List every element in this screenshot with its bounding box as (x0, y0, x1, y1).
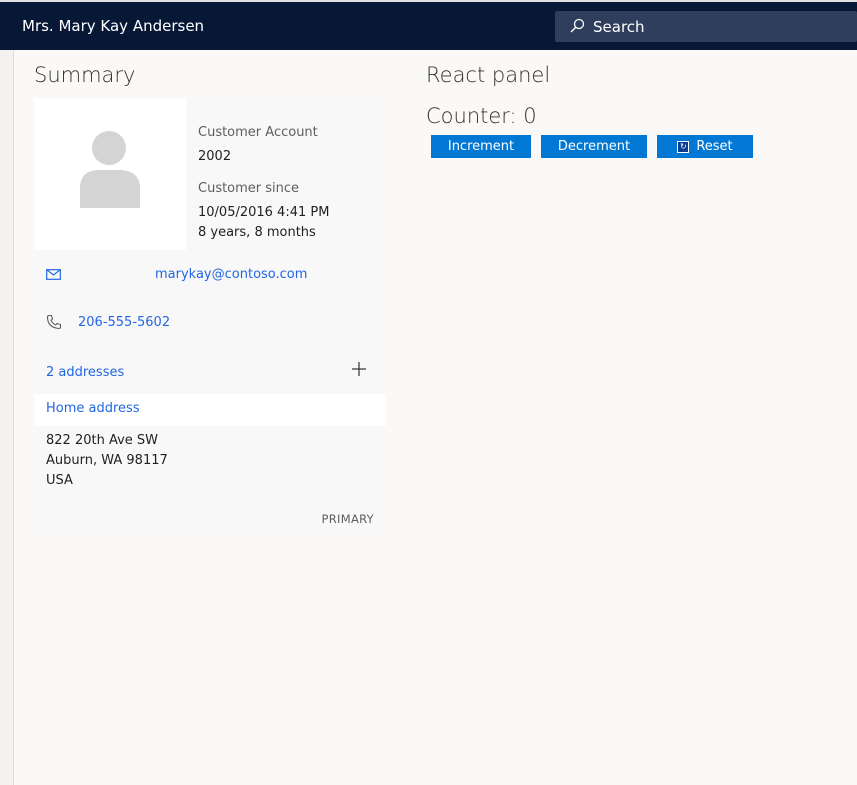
summary-title: Summary (34, 63, 136, 87)
left-rail (0, 50, 14, 785)
phone-icon (46, 314, 62, 330)
top-bar: Mrs. Mary Kay Andersen Search (0, 0, 857, 50)
home-address-row[interactable]: Home address (34, 394, 386, 426)
plus-icon[interactable] (350, 360, 368, 378)
search-icon (570, 18, 585, 33)
react-panel-title: React panel (426, 63, 551, 87)
address-line-2: Auburn, WA 98117 (46, 453, 168, 468)
customer-since-duration: 8 years, 8 months (198, 225, 316, 240)
customer-since-label: Customer since (198, 181, 300, 196)
increment-label: Increment (447, 139, 515, 154)
customer-name-title: Mrs. Mary Kay Andersen (22, 17, 205, 35)
email-link[interactable]: marykay@contoso.com (155, 267, 307, 282)
home-address-label[interactable]: Home address (46, 401, 140, 416)
summary-card: Customer Account 2002 Customer since 10/… (34, 98, 386, 534)
address-line-3: USA (46, 473, 73, 488)
counter-display: Counter: 0 (426, 104, 537, 128)
mail-icon (46, 269, 61, 280)
reset-label: Reset (696, 139, 733, 154)
addresses-link[interactable]: 2 addresses (46, 365, 124, 380)
customer-since-date: 10/05/2016 4:41 PM (198, 205, 330, 220)
refresh-icon: ↻ (677, 140, 690, 153)
search-box[interactable]: Search (555, 11, 857, 42)
reset-button[interactable]: ↻ Reset (657, 135, 753, 158)
avatar (34, 98, 186, 250)
customer-account-label: Customer Account (198, 125, 318, 140)
phone-link[interactable]: 206-555-5602 (78, 315, 170, 330)
increment-button[interactable]: Increment (431, 135, 531, 158)
customer-account-value: 2002 (198, 149, 232, 164)
person-avatar-icon (80, 131, 140, 208)
decrement-button[interactable]: Decrement (541, 135, 647, 158)
decrement-label: Decrement (557, 139, 631, 154)
primary-badge: PRIMARY (321, 512, 374, 526)
search-placeholder: Search (593, 18, 645, 36)
address-line-1: 822 20th Ave SW (46, 433, 159, 448)
